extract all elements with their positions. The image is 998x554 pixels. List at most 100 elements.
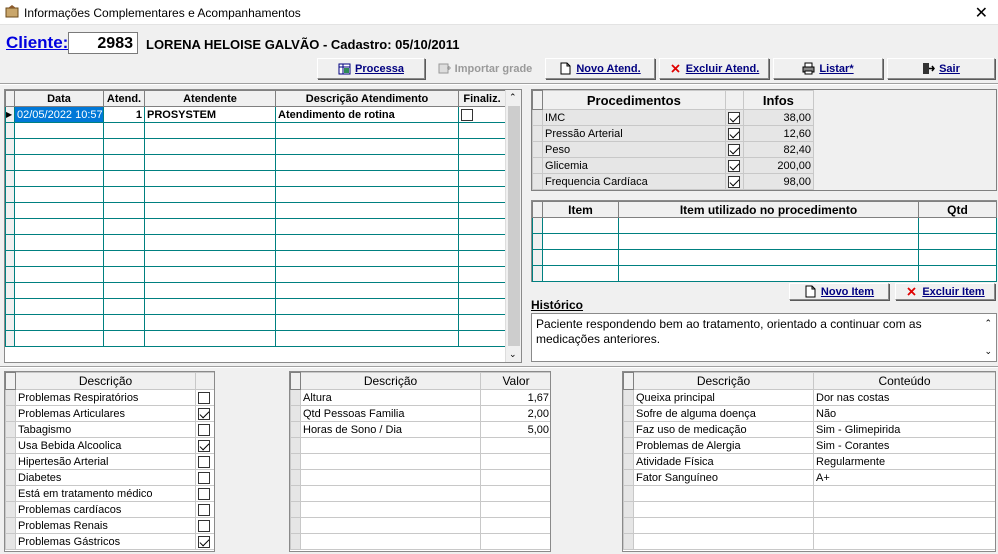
table-row[interactable]: Altura 1,67 — [290, 389, 550, 406]
empty-cell[interactable] — [813, 517, 995, 534]
proc-checkbox[interactable] — [727, 143, 740, 156]
grid-c-conteudo[interactable]: Regularmente — [813, 453, 995, 470]
proc-check-cell[interactable] — [724, 109, 744, 126]
row-indicator[interactable] — [5, 298, 15, 315]
empty-cell[interactable] — [14, 330, 104, 347]
table-row[interactable] — [5, 330, 506, 347]
empty-cell[interactable] — [542, 249, 619, 266]
table-row[interactable] — [5, 298, 506, 315]
col-grid-c-conteudo[interactable]: Conteúdo — [813, 372, 995, 390]
row-indicator[interactable] — [5, 330, 15, 347]
grid-a-descricao[interactable]: Tabagismo — [15, 421, 196, 438]
grid-c-descricao[interactable]: Problemas de Alergia — [633, 437, 814, 454]
empty-cell[interactable] — [458, 218, 506, 235]
empty-cell[interactable] — [480, 469, 550, 486]
proc-checkbox[interactable] — [727, 127, 740, 140]
cell-atend[interactable]: 1 — [103, 106, 145, 123]
empty-cell[interactable] — [14, 138, 104, 155]
grid-a-checkbox[interactable] — [198, 439, 210, 452]
empty-cell[interactable] — [618, 249, 919, 266]
col-atend[interactable]: Atend. — [103, 90, 145, 107]
empty-cell[interactable] — [103, 330, 145, 347]
table-row[interactable]: Fator Sanguíneo A+ — [623, 469, 995, 486]
table-row[interactable] — [290, 485, 550, 502]
grid-a-checkbox[interactable] — [198, 503, 210, 516]
table-row[interactable] — [5, 314, 506, 331]
grid-a-checkbox[interactable] — [198, 487, 210, 500]
grid-a-checkbox[interactable] — [198, 407, 210, 420]
proc-name[interactable]: Frequencia Cardíaca — [542, 173, 726, 190]
empty-cell[interactable] — [480, 533, 550, 550]
row-indicator[interactable] — [290, 533, 301, 550]
col-grid-b-descricao[interactable]: Descrição — [300, 372, 481, 390]
scroll-up-icon[interactable]: ⌃ — [984, 316, 992, 331]
proc-check-cell[interactable] — [724, 125, 744, 142]
empty-cell[interactable] — [103, 202, 145, 219]
empty-cell[interactable] — [144, 186, 276, 203]
empty-cell[interactable] — [14, 282, 104, 299]
empty-cell[interactable] — [458, 314, 506, 331]
empty-cell[interactable] — [103, 314, 145, 331]
empty-cell[interactable] — [275, 218, 459, 235]
grid-c-conteudo[interactable]: Sim - Corantes — [813, 437, 995, 454]
grid-a-check-cell[interactable] — [195, 421, 214, 438]
empty-cell[interactable] — [103, 234, 145, 251]
cell-data[interactable]: 02/05/2022 10:57 — [14, 106, 104, 123]
table-row[interactable] — [5, 282, 506, 299]
col-procedimentos[interactable]: Procedimentos — [542, 90, 726, 110]
scroll-up-icon[interactable]: ⌃ — [509, 92, 517, 103]
grid-a-check-cell[interactable] — [195, 437, 214, 454]
empty-cell[interactable] — [458, 202, 506, 219]
col-grid-b-valor[interactable]: Valor — [480, 372, 550, 390]
scroll-down-icon[interactable]: ⌄ — [984, 344, 992, 359]
empty-cell[interactable] — [300, 485, 481, 502]
table-row[interactable] — [5, 170, 506, 187]
proc-name[interactable]: IMC — [542, 109, 726, 126]
grid-a-check-cell[interactable] — [195, 469, 214, 486]
empty-cell[interactable] — [14, 234, 104, 251]
proc-value[interactable]: 98,00 — [742, 173, 815, 190]
empty-cell[interactable] — [14, 186, 104, 203]
proc-value[interactable]: 200,00 — [742, 157, 815, 174]
table-row[interactable]: Está em tratamento médico — [5, 485, 214, 502]
table-row[interactable] — [532, 265, 997, 282]
table-row[interactable]: Tabagismo — [5, 421, 214, 438]
proc-checkbox[interactable] — [727, 175, 740, 188]
empty-cell[interactable] — [618, 217, 919, 234]
empty-cell[interactable] — [144, 330, 276, 347]
empty-cell[interactable] — [480, 453, 550, 470]
atend-scrollbar[interactable]: ⌃ ⌄ — [505, 90, 521, 362]
empty-cell[interactable] — [918, 217, 997, 234]
row-indicator[interactable] — [5, 314, 15, 331]
novo-atend-button[interactable]: Novo Atend. — [545, 58, 655, 79]
row-indicator[interactable] — [532, 217, 543, 234]
grid-a-descricao[interactable]: Diabetes — [15, 469, 196, 486]
grid-b-valor[interactable]: 5,00 — [480, 421, 550, 438]
cell-finaliz[interactable] — [458, 106, 506, 123]
scroll-thumb[interactable] — [508, 106, 520, 346]
empty-cell[interactable] — [14, 298, 104, 315]
itens-grid[interactable]: Item Item utilizado no procedimento Qtd — [531, 200, 997, 282]
scroll-down-icon[interactable]: ⌄ — [509, 349, 517, 360]
empty-cell[interactable] — [275, 122, 459, 139]
empty-cell[interactable] — [480, 501, 550, 518]
empty-cell[interactable] — [144, 154, 276, 171]
grid-a-check-cell[interactable] — [195, 533, 214, 550]
historico-textarea[interactable]: Paciente respondendo bem ao tratamento, … — [531, 313, 997, 362]
table-row[interactable] — [532, 217, 997, 234]
col-descricao[interactable]: Descrição Atendimento — [275, 90, 459, 107]
finaliz-checkbox[interactable] — [461, 108, 473, 121]
atendimentos-grid[interactable]: Data Atend. Atendente Descrição Atendime… — [4, 89, 522, 363]
cell-descricao[interactable]: Atendimento de rotina — [275, 106, 459, 123]
processa-button[interactable]: Processa — [317, 58, 425, 79]
empty-cell[interactable] — [275, 266, 459, 283]
row-indicator[interactable] — [290, 485, 301, 502]
empty-cell[interactable] — [103, 138, 145, 155]
table-row[interactable]: Problemas cardíacos — [5, 501, 214, 518]
proc-check-cell[interactable] — [724, 157, 744, 174]
table-row[interactable] — [623, 517, 995, 534]
empty-cell[interactable] — [542, 233, 619, 250]
empty-cell[interactable] — [103, 218, 145, 235]
row-indicator[interactable] — [290, 501, 301, 518]
empty-cell[interactable] — [14, 170, 104, 187]
